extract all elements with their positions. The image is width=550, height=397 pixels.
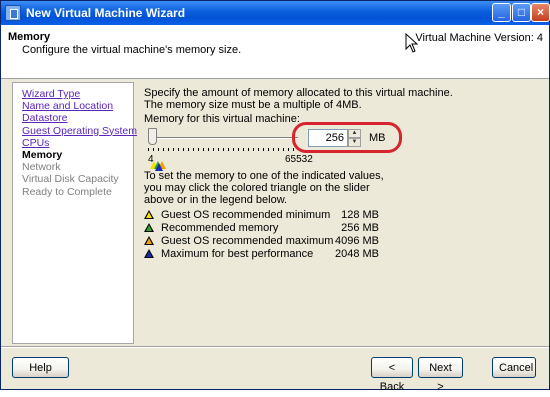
memory-slider-track[interactable] bbox=[148, 137, 298, 139]
wizard-header: Memory Configure the virtual machine's m… bbox=[1, 25, 549, 79]
description-line-1: Specify the amount of memory allocated t… bbox=[144, 87, 453, 99]
wizard-step-virtual-disk-capacity: Virtual Disk Capacity bbox=[22, 173, 119, 186]
wizard-steps-list: Wizard Type Name and Location Datastore Gue… bbox=[12, 82, 137, 344]
legend-label: Maximum for best performance bbox=[161, 248, 314, 260]
legend-row[interactable]: Guest OS recommended minimum 128 MB bbox=[144, 209, 379, 221]
legend-value: 128 MB bbox=[341, 209, 379, 221]
wizard-step-memory: Memory bbox=[22, 149, 63, 161]
legend-label: Guest OS recommended minimum bbox=[161, 209, 331, 221]
legend-row[interactable]: Recommended memory 256 MB bbox=[144, 222, 379, 234]
legend-row[interactable]: Maximum for best performance 2048 MB bbox=[144, 248, 379, 260]
vm-app-icon bbox=[5, 5, 21, 21]
wizard-step-guest-operating-system[interactable]: Guest Operating System bbox=[22, 125, 137, 137]
memory-field-label: Memory for this virtual machine: bbox=[144, 113, 300, 125]
legend-triangle-icon[interactable] bbox=[144, 223, 154, 232]
legend-value: 4096 MB bbox=[334, 235, 379, 247]
window-title: New Virtual Machine Wizard bbox=[26, 6, 186, 20]
legend-value: 256 MB bbox=[341, 222, 379, 234]
wizard-step-wizard-type[interactable]: Wizard Type bbox=[22, 88, 80, 100]
maximize-button[interactable]: □ bbox=[512, 3, 531, 22]
legend-triangle-icon[interactable] bbox=[144, 210, 154, 219]
page-title: Memory bbox=[8, 31, 51, 43]
minimize-button[interactable]: _ bbox=[492, 3, 511, 22]
legend-label: Guest OS recommended maximum bbox=[161, 235, 334, 247]
description-line-2: The memory size must be a multiple of 4M… bbox=[144, 99, 362, 111]
title-bar[interactable]: New Virtual Machine Wizard _ □ × bbox=[1, 1, 550, 25]
legend-hint-text: To set the memory to one of the indicate… bbox=[144, 170, 384, 206]
next-button[interactable]: Next > bbox=[418, 357, 463, 393]
memory-slider-thumb[interactable] bbox=[148, 128, 157, 145]
memory-description: Specify the amount of memory allocated t… bbox=[144, 87, 453, 111]
legend-row[interactable]: Guest OS recommended maximum 4096 MB bbox=[144, 235, 379, 247]
wizard-step-ready-to-complete: Ready to Complete bbox=[22, 185, 112, 198]
wizard-step-cpus[interactable]: CPUs bbox=[22, 137, 49, 149]
legend-value: 2048 MB bbox=[334, 248, 379, 260]
wizard-step-name-and-location[interactable]: Name and Location bbox=[22, 100, 113, 112]
slider-min-label: 4 bbox=[148, 154, 154, 165]
vm-version-label: Virtual Machine Version: 4 bbox=[415, 32, 543, 44]
back-button[interactable]: < Back bbox=[371, 357, 413, 393]
highlight-annotation bbox=[292, 122, 402, 153]
memory-panel: Specify the amount of memory allocated t… bbox=[135, 82, 545, 344]
wizard-step-datastore[interactable]: Datastore bbox=[22, 112, 68, 124]
page-subtitle: Configure the virtual machine's memory s… bbox=[22, 44, 242, 56]
close-button[interactable]: × bbox=[531, 3, 550, 22]
legend-label: Recommended memory bbox=[161, 222, 279, 234]
legend-triangle-icon[interactable] bbox=[144, 249, 154, 258]
footer-divider bbox=[1, 346, 549, 348]
slider-ticks bbox=[148, 148, 298, 151]
wizard-step-network: Network bbox=[22, 161, 61, 174]
cancel-button[interactable]: Cancel bbox=[492, 357, 536, 378]
slider-max-label: 65532 bbox=[285, 154, 313, 165]
legend-triangle-icon[interactable] bbox=[144, 236, 154, 245]
wizard-window: New Virtual Machine Wizard _ □ × Memory … bbox=[0, 0, 550, 393]
help-button[interactable]: Help bbox=[12, 357, 69, 378]
mouse-pointer-icon bbox=[405, 33, 419, 53]
